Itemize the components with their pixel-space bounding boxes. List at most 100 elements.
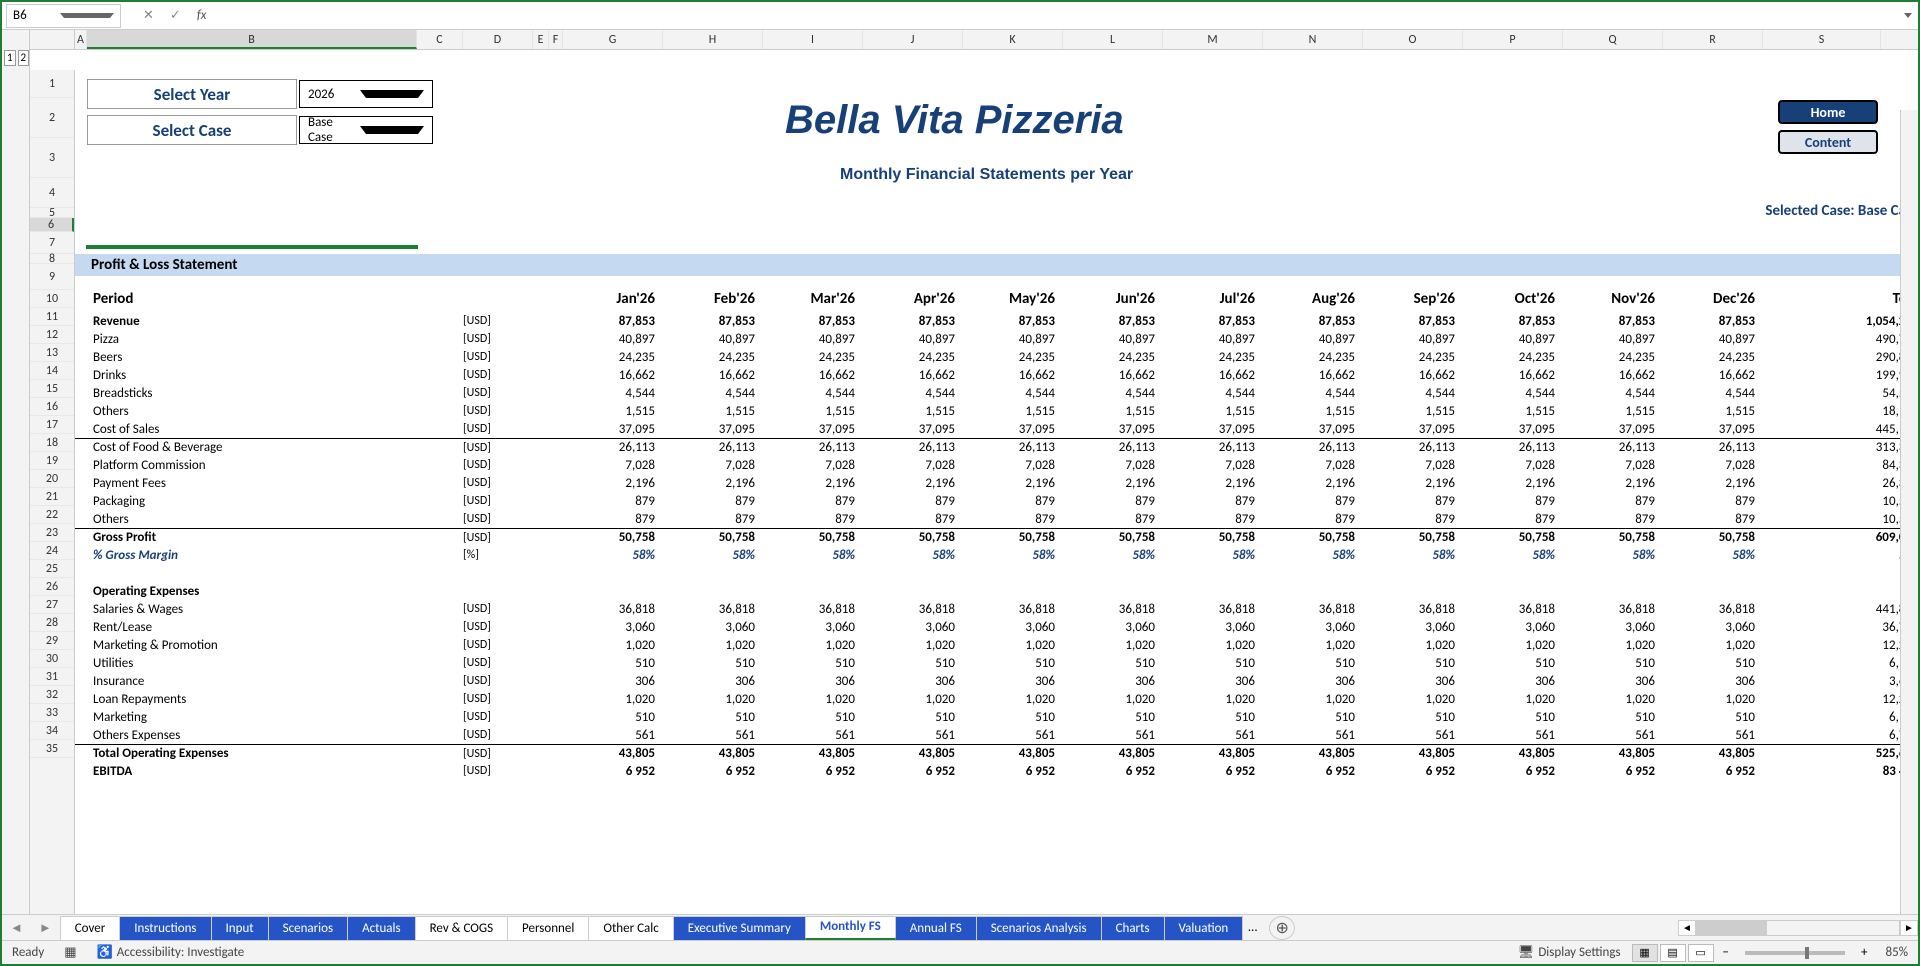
row-header-15[interactable]: 15 [30,380,74,398]
col-header-G[interactable]: G [563,30,663,49]
row-header-16[interactable]: 16 [30,398,74,416]
zoom-out-button[interactable]: − [1723,945,1729,960]
row-header-29[interactable]: 29 [30,632,74,650]
row-header-14[interactable]: 14 [30,362,74,380]
zoom-in-button[interactable]: + [1861,945,1867,960]
sheet-tab[interactable]: Monthly FS [805,916,896,940]
col-header-C[interactable]: C [417,30,463,49]
row-header-13[interactable]: 13 [30,344,74,362]
formula-expand-icon[interactable] [1904,13,1912,18]
sheet-tab[interactable]: Personnel [507,916,589,940]
col-header-K[interactable]: K [963,30,1063,49]
accept-icon[interactable]: ✓ [170,8,181,23]
row-header-12[interactable]: 12 [30,326,74,344]
sheet-tab[interactable]: Executive Summary [673,916,806,940]
sheet-tab[interactable]: Actuals [347,916,416,940]
tabs-more[interactable]: … [1242,920,1263,935]
row-header-2[interactable]: 2 [30,98,74,138]
sheet-tab[interactable]: Annual FS [895,916,977,940]
view-normal-button[interactable]: ▦ [1632,944,1658,962]
row-header-1[interactable]: 1 [30,70,74,98]
fx-icon[interactable]: fx [197,8,207,23]
sheet-tab[interactable]: Scenarios Analysis [976,916,1102,940]
hscroll-right[interactable]: ► [1900,920,1918,936]
row-header-31[interactable]: 31 [30,668,74,686]
row-header-27[interactable]: 27 [30,596,74,614]
outline-level-2[interactable]: 2 [18,50,30,66]
row-header-7[interactable]: 7 [30,232,74,254]
view-page-layout-button[interactable]: ▤ [1660,944,1686,962]
row-header-21[interactable]: 21 [30,488,74,506]
col-header-N[interactable]: N [1263,30,1363,49]
accessibility-status[interactable]: ♿ Accessibility: Investigate [97,945,245,960]
row-header-3[interactable]: 3 [30,138,74,178]
row-header-23[interactable]: 23 [30,524,74,542]
col-header-R[interactable]: R [1663,30,1763,49]
row-header-32[interactable]: 32 [30,686,74,704]
col-header-I[interactable]: I [763,30,863,49]
col-header-A[interactable]: A [75,30,87,49]
select-all-corner[interactable] [30,30,75,49]
vertical-scrollbar[interactable] [1900,110,1918,914]
cells-area[interactable]: Select Year 2026 Select Case Base Case B… [75,70,1918,914]
row-header-24[interactable]: 24 [30,542,74,560]
select-year-dropdown[interactable]: 2026 [299,80,433,108]
col-header-Q[interactable]: Q [1563,30,1663,49]
row-header-19[interactable]: 19 [30,452,74,470]
row-header-17[interactable]: 17 [30,416,74,434]
row-header-30[interactable]: 30 [30,650,74,668]
row-header-34[interactable]: 34 [30,722,74,740]
row-header-8[interactable]: 8 [30,254,74,264]
row-header-25[interactable]: 25 [30,560,74,578]
sheet-tab[interactable]: Valuation [1164,916,1244,940]
hscroll-left[interactable]: ◄ [1678,920,1696,936]
row-header-18[interactable]: 18 [30,434,74,452]
col-header-S[interactable]: S [1763,30,1881,49]
content-button[interactable]: Content [1778,130,1878,154]
sheet-tab[interactable]: Scenarios [268,916,348,940]
col-header-F[interactable]: F [549,30,563,49]
col-header-O[interactable]: O [1363,30,1463,49]
sheet-tab[interactable]: Cover [60,916,120,940]
col-header-H[interactable]: H [663,30,763,49]
col-header-M[interactable]: M [1163,30,1263,49]
view-page-break-button[interactable]: ▭ [1688,944,1714,962]
home-button[interactable]: Home [1778,100,1878,124]
macro-record-icon[interactable]: ▦ [64,945,76,960]
sheet-tab[interactable]: Charts [1101,916,1165,940]
chevron-down-icon[interactable] [60,13,115,18]
row-header-26[interactable]: 26 [30,578,74,596]
row-header-9[interactable]: 9 [30,264,74,290]
col-header-L[interactable]: L [1063,30,1163,49]
row-header-5[interactable]: 5 [30,208,74,218]
col-header-D[interactable]: D [463,30,533,49]
cancel-icon[interactable]: ✕ [143,8,154,23]
sheet-tab[interactable]: Other Calc [588,916,673,940]
row-header-20[interactable]: 20 [30,470,74,488]
col-header-B[interactable]: B [87,30,417,49]
row-header-6[interactable]: 6 [30,218,74,232]
add-sheet-button[interactable]: ⊕ [1269,916,1295,940]
col-header-J[interactable]: J [863,30,963,49]
name-box[interactable]: B6 [6,4,121,28]
sheet-tab[interactable]: Input [211,916,269,940]
zoom-level[interactable]: 85% [1886,945,1908,960]
hscroll-track[interactable] [1696,920,1900,936]
tab-nav-prev[interactable]: ◄ [2,920,31,936]
display-settings-button[interactable]: 🖥Display Settings [1518,945,1621,960]
row-header-4[interactable]: 4 [30,178,74,208]
tab-nav-next[interactable]: ► [31,920,60,936]
col-header-P[interactable]: P [1463,30,1563,49]
row-header-22[interactable]: 22 [30,506,74,524]
row-header-35[interactable]: 35 [30,740,74,758]
outline-level-1[interactable]: 1 [4,50,16,66]
col-header-E[interactable]: E [533,30,549,49]
sheet-tab[interactable]: Rev & COGS [415,916,508,940]
sheet-tab[interactable]: Instructions [119,916,211,940]
zoom-slider[interactable] [1745,951,1845,955]
row-header-33[interactable]: 33 [30,704,74,722]
row-header-11[interactable]: 11 [30,308,74,326]
row-header-28[interactable]: 28 [30,614,74,632]
row-header-10[interactable]: 10 [30,290,74,308]
select-case-dropdown[interactable]: Base Case [299,116,433,144]
